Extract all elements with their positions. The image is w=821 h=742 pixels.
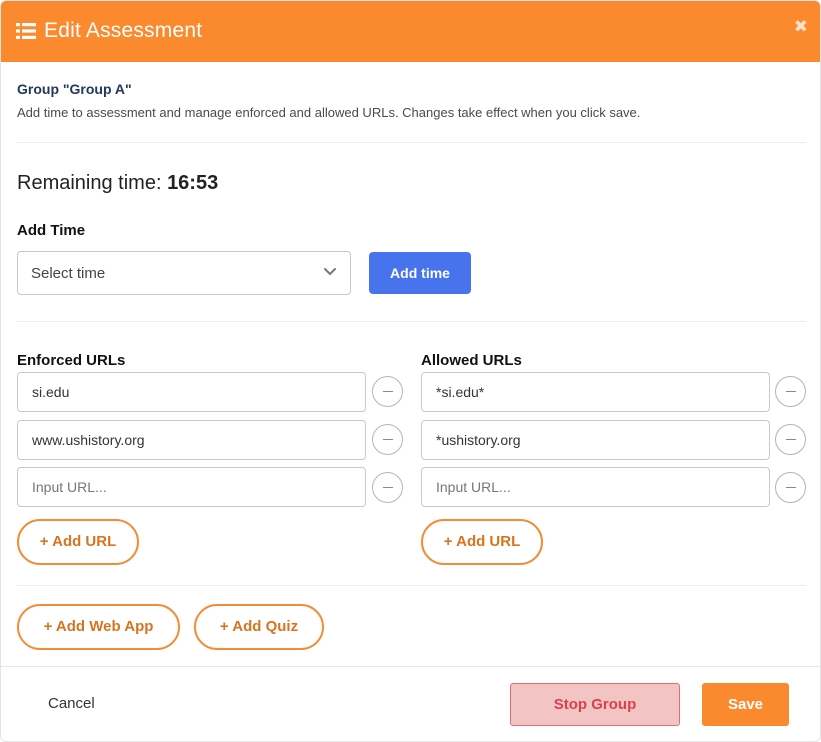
- allowed-url-input[interactable]: [421, 372, 770, 412]
- save-button[interactable]: Save: [702, 683, 789, 726]
- modal-header: Edit Assessment ✖: [1, 1, 820, 62]
- footer-divider: [1, 666, 820, 667]
- time-select[interactable]: Select time: [17, 251, 351, 295]
- remove-url-icon[interactable]: [775, 376, 806, 407]
- allowed-url-input[interactable]: [421, 420, 770, 460]
- divider: [17, 321, 806, 322]
- modal-title: Edit Assessment: [44, 19, 203, 42]
- group-title: Group "Group A": [17, 81, 132, 97]
- enforced-url-input[interactable]: [17, 420, 366, 460]
- enforced-urls-label: Enforced URLs: [17, 352, 126, 369]
- remove-url-icon[interactable]: [775, 472, 806, 503]
- divider: [17, 142, 806, 143]
- close-icon[interactable]: ✖: [794, 17, 808, 37]
- enforced-url-input[interactable]: [17, 372, 366, 412]
- add-quiz-button[interactable]: + Add Quiz: [194, 604, 324, 650]
- group-description: Add time to assessment and manage enforc…: [17, 105, 641, 120]
- remove-url-icon[interactable]: [372, 424, 403, 455]
- remove-url-icon[interactable]: [372, 472, 403, 503]
- add-enforced-url-button[interactable]: + Add URL: [17, 519, 139, 565]
- allowed-url-input[interactable]: [421, 467, 770, 507]
- add-web-app-button[interactable]: + Add Web App: [17, 604, 180, 650]
- remaining-time: Remaining time: 16:53: [17, 172, 218, 195]
- time-select-value: Select time: [31, 265, 106, 282]
- cancel-button[interactable]: Cancel: [48, 695, 95, 712]
- divider: [17, 585, 806, 586]
- add-allowed-url-button[interactable]: + Add URL: [421, 519, 543, 565]
- list-icon: [16, 23, 36, 39]
- allowed-urls-label: Allowed URLs: [421, 352, 522, 369]
- enforced-url-input[interactable]: [17, 467, 366, 507]
- stop-group-button[interactable]: Stop Group: [510, 683, 680, 726]
- remove-url-icon[interactable]: [372, 376, 403, 407]
- remaining-time-label: Remaining time:: [17, 172, 168, 194]
- add-time-button[interactable]: Add time: [369, 252, 471, 294]
- remaining-time-value: 16:53: [167, 172, 219, 194]
- chevron-down-icon: [324, 268, 336, 275]
- remove-url-icon[interactable]: [775, 424, 806, 455]
- add-time-label: Add Time: [17, 222, 86, 239]
- edit-assessment-modal: Edit Assessment ✖ Group "Group A" Add ti…: [0, 0, 821, 742]
